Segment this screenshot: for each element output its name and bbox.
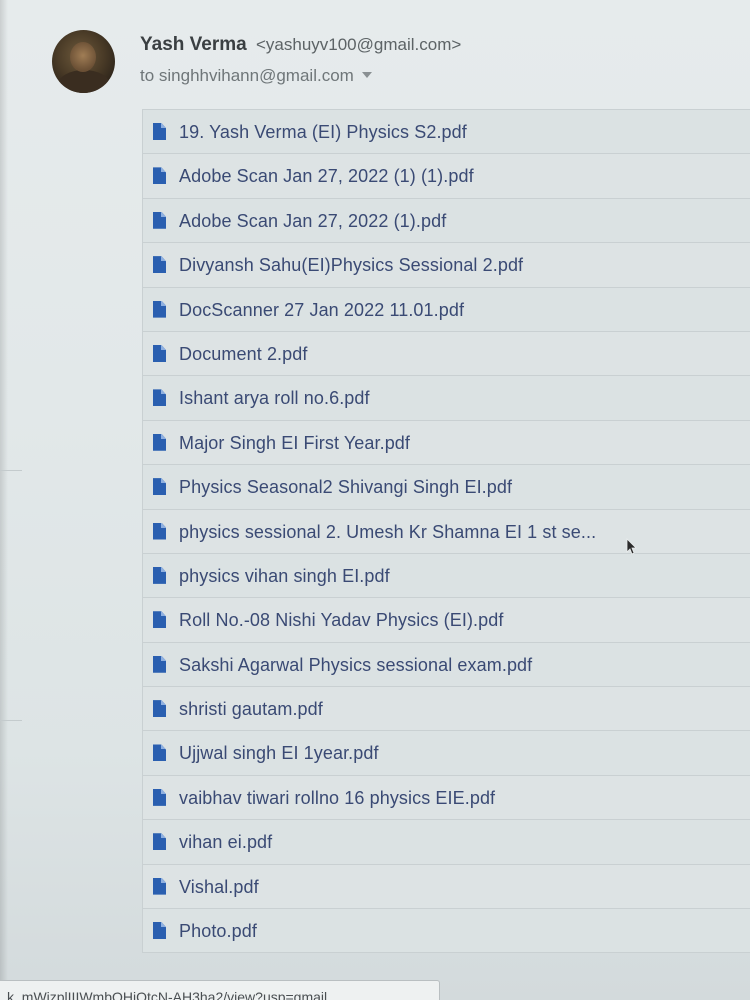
recipient-line[interactable]: to singhhvihann@gmail.com — [140, 66, 372, 86]
attachment-name: 19. Yash Verma (EI) Physics S2.pdf — [179, 122, 467, 142]
attachment-item[interactable]: Adobe Scan Jan 27, 2022 (1).pdf — [142, 197, 750, 244]
attachment-name: Ishant arya roll no.6.pdf — [179, 388, 370, 409]
mouse-cursor-icon — [626, 538, 638, 556]
left-divider — [0, 720, 22, 721]
pdf-file-icon — [153, 433, 166, 451]
attachment-item[interactable]: shristi gautam.pdf — [142, 686, 750, 732]
attachment-name: Divyansh Sahu(EI)Physics Sessional 2.pdf — [179, 255, 524, 276]
attachment-item[interactable]: Physics Seasonal2 Shivangi Singh EI.pdf — [142, 464, 750, 510]
attachment-item[interactable]: Roll No.-08 Nishi Yadav Physics (EI).pdf — [142, 597, 750, 643]
attachment-item[interactable]: Document 2.pdf — [142, 330, 750, 377]
attachment-name: Ujjwal singh EI 1year.pdf — [179, 743, 379, 764]
attachment-name: Photo.pdf — [179, 921, 257, 942]
attachment-item[interactable]: Major Singh EI First Year.pdf — [142, 419, 750, 466]
attachment-item[interactable]: DocScanner 27 Jan 2022 11.01.pdf — [142, 286, 750, 332]
pdf-file-icon — [153, 744, 166, 762]
pdf-file-icon — [153, 300, 166, 318]
attachment-item[interactable]: physics vihan singh EI.pdf — [142, 552, 750, 599]
pdf-file-icon — [153, 167, 166, 185]
pdf-file-icon — [153, 256, 166, 274]
pdf-file-icon — [153, 478, 166, 496]
pdf-file-icon — [153, 922, 166, 940]
attachment-name: Vishal.pdf — [179, 876, 259, 897]
sender-avatar[interactable] — [52, 30, 115, 93]
attachment-item[interactable]: Ujjwal singh EI 1year.pdf — [142, 730, 750, 776]
attachment-list: 19. Yash Verma (EI) Physics S2.pdf Adobe … — [142, 109, 750, 954]
pdf-file-icon — [153, 389, 166, 407]
recipient-text: to singhhvihann@gmail.com — [140, 66, 354, 85]
attachment-name: Adobe Scan Jan 27, 2022 (1).pdf — [179, 210, 447, 231]
attachment-item[interactable]: vaibhav tiwari rollno 16 physics EIE.pdf — [142, 774, 750, 821]
attachment-item[interactable]: Ishant arya roll no.6.pdf — [142, 375, 750, 421]
pdf-file-icon — [153, 833, 166, 851]
attachment-item[interactable]: Vishal.pdf — [142, 863, 750, 910]
status-url-bar: k_mWizplIIIWmbQHiQtcN-AH3ha2/view?usp=gm… — [0, 980, 440, 1000]
pdf-file-icon — [153, 877, 166, 895]
attachment-item[interactable]: Sakshi Agarwal Physics sessional exam.pd… — [142, 641, 750, 688]
pdf-file-icon — [153, 788, 166, 806]
email-header: Yash Verma <yashuyv100@gmail.com> to sin… — [52, 28, 712, 98]
chevron-down-icon[interactable] — [361, 71, 372, 78]
left-divider — [0, 470, 22, 471]
avatar-face — [70, 42, 96, 72]
attachment-name: vaibhav tiwari rollno 16 physics EIE.pdf — [179, 787, 496, 808]
attachment-name: vihan ei.pdf — [179, 832, 273, 853]
sender-name[interactable]: Yash Verma — [140, 34, 247, 55]
pdf-file-icon — [153, 344, 166, 362]
avatar-shoulders — [58, 70, 110, 93]
attachment-name: Sakshi Agarwal Physics sessional exam.pd… — [179, 654, 533, 675]
attachment-item[interactable]: Photo.pdf — [142, 908, 750, 954]
attachment-item[interactable]: vihan ei.pdf — [142, 819, 750, 865]
attachment-item[interactable]: Divyansh Sahu(EI)Physics Sessional 2.pdf — [142, 242, 750, 288]
attachment-item[interactable]: 19. Yash Verma (EI) Physics S2.pdf — [142, 109, 750, 155]
pdf-file-icon — [153, 700, 166, 718]
screen: Yash Verma <yashuyv100@gmail.com> to sin… — [0, 0, 750, 1000]
attachment-item[interactable]: physics sessional 2. Umesh Kr Shamna EI … — [142, 508, 750, 554]
attachment-name: DocScanner 27 Jan 2022 11.01.pdf — [179, 299, 465, 320]
attachment-name: physics sessional 2. Umesh Kr Shamna EI … — [179, 521, 597, 542]
attachment-name: Document 2.pdf — [179, 343, 308, 364]
screen-edge-shadow — [0, 0, 8, 1000]
sender-email: <yashuyv100@gmail.com> — [255, 35, 462, 54]
attachment-name: Physics Seasonal2 Shivangi Singh EI.pdf — [179, 477, 513, 498]
attachment-name: Roll No.-08 Nishi Yadav Physics (EI).pdf — [179, 610, 504, 631]
attachment-name: Adobe Scan Jan 27, 2022 (1) (1).pdf — [179, 166, 474, 187]
attachment-name: shristi gautam.pdf — [179, 699, 323, 720]
pdf-file-icon — [153, 211, 166, 229]
sender-line: Yash Verma <yashuyv100@gmail.com> — [140, 34, 461, 56]
attachment-name: Major Singh EI First Year.pdf — [179, 432, 411, 453]
pdf-file-icon — [153, 655, 166, 673]
attachment-item[interactable]: Adobe Scan Jan 27, 2022 (1) (1).pdf — [142, 153, 750, 199]
pdf-file-icon — [153, 566, 166, 584]
pdf-file-icon — [153, 522, 166, 540]
status-url-text: k_mWizplIIIWmbQHiQtcN-AH3ha2/view?usp=gm… — [7, 989, 328, 1000]
pdf-file-icon — [153, 611, 166, 629]
pdf-file-icon — [153, 123, 166, 140]
attachment-name: physics vihan singh EI.pdf — [179, 565, 390, 586]
